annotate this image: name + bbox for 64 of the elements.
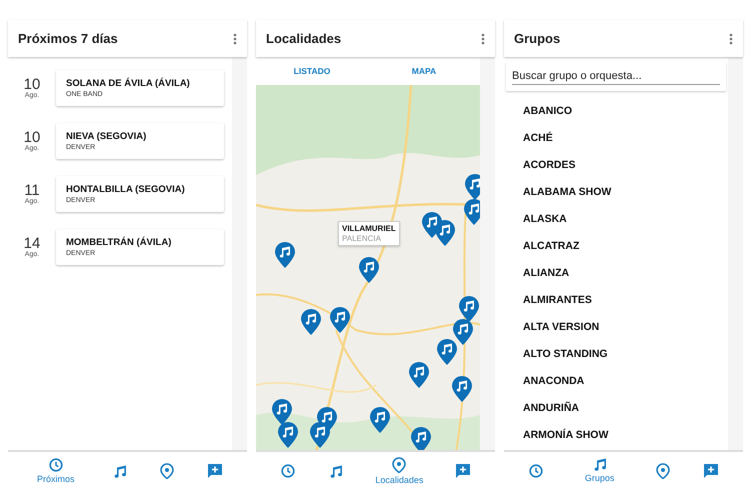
event-place: SOLANA DE ÁVILA (ÁVILA) <box>66 78 191 89</box>
clock-icon <box>528 464 543 478</box>
nav-tab[interactable]: Grupos <box>560 454 640 488</box>
music-pin-icon[interactable] <box>452 376 472 402</box>
location-pin-icon <box>160 463 174 479</box>
group-item[interactable]: ARMONÍA SHOW <box>523 421 743 448</box>
screen-title: Próximos 7 días <box>18 31 118 46</box>
music-pin-icon[interactable] <box>464 199 480 225</box>
event-place: HONTALBILLA (SEGOVIA) <box>66 184 186 195</box>
music-pin-icon[interactable] <box>465 174 480 200</box>
group-item[interactable]: ACORDES <box>523 151 743 178</box>
screen-title: Localidades <box>266 31 342 46</box>
music-pin-icon[interactable] <box>409 362 429 388</box>
music-pin-icon[interactable] <box>310 422 330 448</box>
event-day: 14 <box>24 236 40 251</box>
music-pin-icon[interactable] <box>437 339 457 365</box>
nav-tab[interactable]: Localidades <box>360 454 440 488</box>
add-comment-icon <box>456 464 470 478</box>
event-place: MOMBELTRÁN (ÁVILA) <box>66 237 172 248</box>
music-pin-icon[interactable] <box>278 422 298 448</box>
view-tab[interactable]: MAPA <box>368 57 480 85</box>
nav-tab[interactable]: Próximos <box>16 454 96 488</box>
group-item[interactable]: ALABAMA SHOW <box>523 178 743 205</box>
clock-icon <box>280 464 295 478</box>
music-pin-icon[interactable] <box>275 242 295 268</box>
group-item[interactable]: ALTO STANDING <box>523 340 743 367</box>
music-note-icon <box>592 458 607 471</box>
music-pin-icon[interactable] <box>411 427 431 450</box>
more-options-icon[interactable] <box>233 32 237 44</box>
music-pin-icon[interactable] <box>330 307 350 333</box>
music-pin-icon[interactable] <box>272 399 292 425</box>
event-day: 11 <box>24 183 40 198</box>
music-note-icon <box>112 464 127 478</box>
location-pin-icon <box>392 456 406 472</box>
group-item[interactable]: ANACONDA <box>523 367 743 394</box>
more-options-icon[interactable] <box>481 32 485 44</box>
location-pin-icon <box>656 463 670 479</box>
callout-title: VILLAMURIEL <box>342 224 396 233</box>
group-item[interactable]: ACHÉ <box>523 124 743 151</box>
view-tab[interactable]: LISTADO <box>256 57 368 85</box>
group-item[interactable]: ALASKA <box>523 205 743 232</box>
search-field[interactable]: Buscar grupo o orquesta... <box>512 68 720 85</box>
music-note-icon <box>328 464 343 478</box>
group-item[interactable]: ALMIRANTES <box>523 286 743 313</box>
event-place: NIEVA (SEGOVIA) <box>66 131 148 142</box>
group-item[interactable]: ANDURIÑA <box>523 394 743 421</box>
clock-icon <box>48 458 63 472</box>
add-comment-icon <box>208 464 222 478</box>
more-options-icon[interactable] <box>729 32 733 44</box>
callout-subtitle: PALENCIA <box>342 234 382 243</box>
group-item[interactable]: ALCATRAZ <box>523 232 743 259</box>
music-pin-icon[interactable] <box>301 309 321 335</box>
music-pin-icon[interactable] <box>359 257 379 283</box>
group-item[interactable]: ALTA VERSION <box>523 313 743 340</box>
music-pin-icon[interactable] <box>453 319 473 345</box>
music-pin-icon[interactable] <box>370 407 390 433</box>
group-item[interactable]: ABANICO <box>523 97 743 124</box>
event-day: 10 <box>24 130 40 145</box>
music-pin-icon[interactable] <box>435 220 455 246</box>
group-item[interactable]: ALIANZA <box>523 259 743 286</box>
event-day: 10 <box>24 77 40 92</box>
music-pin-icon[interactable] <box>459 296 479 322</box>
add-comment-icon <box>704 464 718 478</box>
screen-title: Grupos <box>514 31 560 46</box>
